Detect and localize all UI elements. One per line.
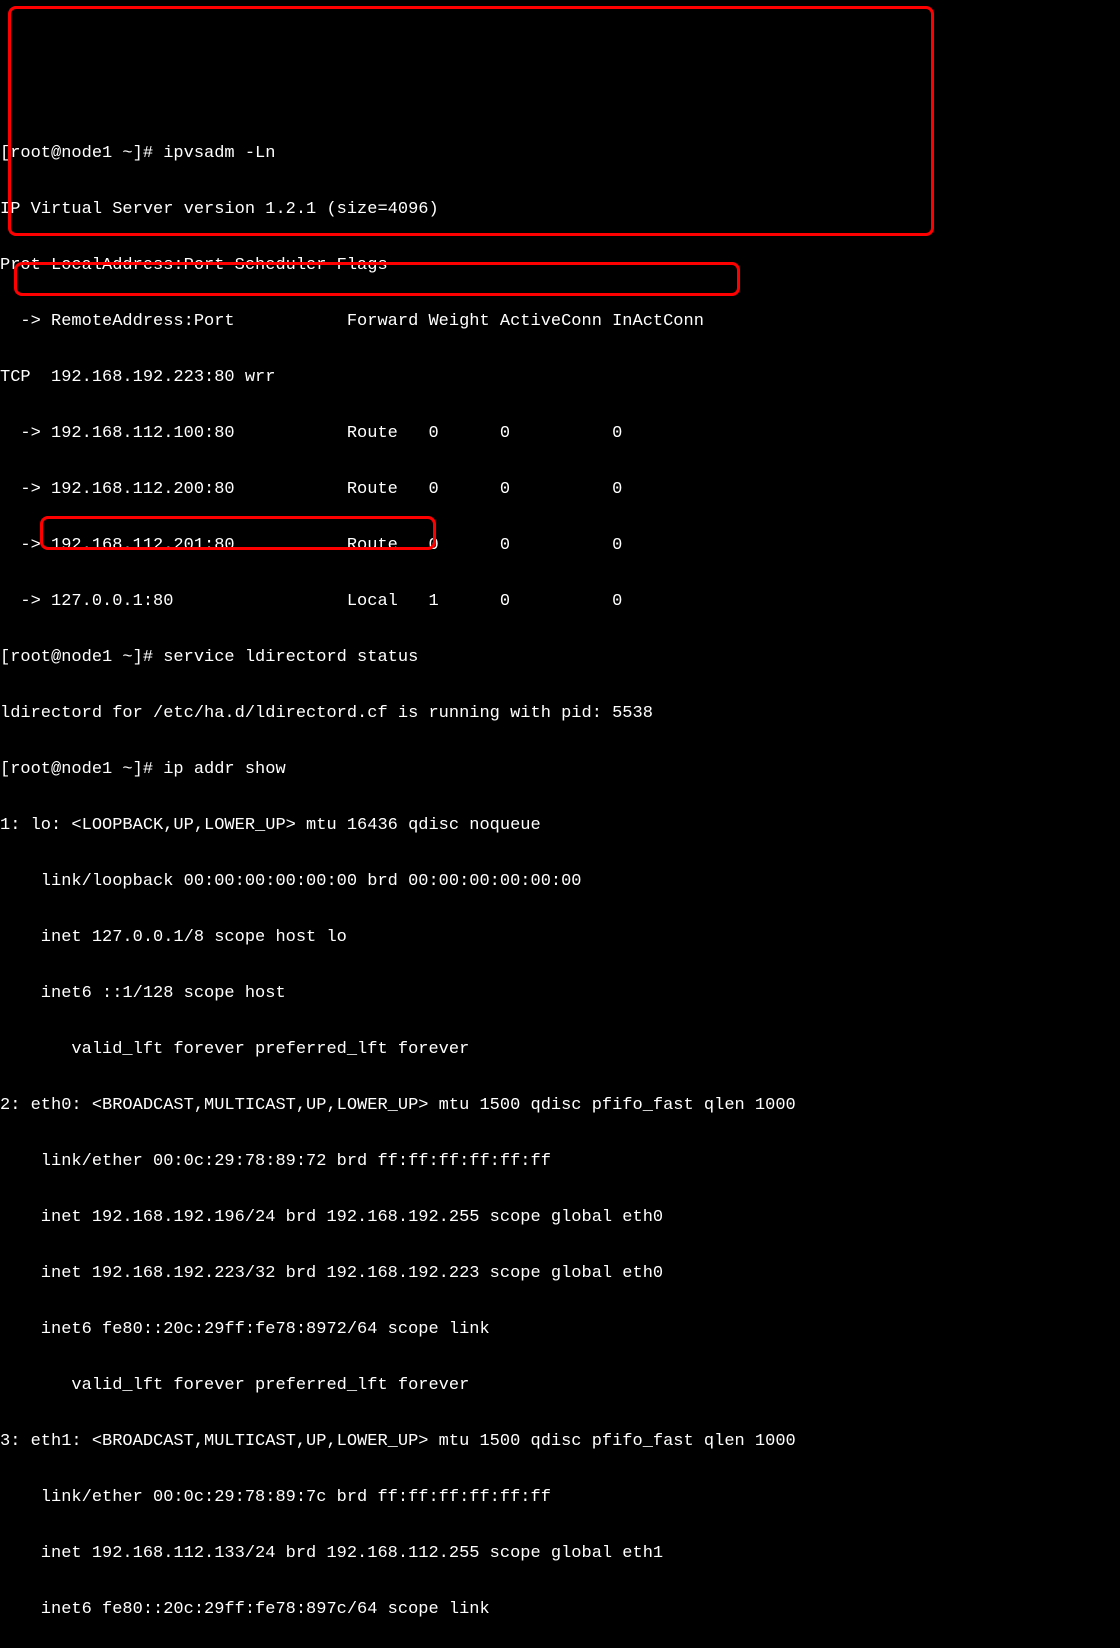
iface-eth0: 2: eth0: <BROADCAST,MULTICAST,UP,LOWER_U… — [0, 1092, 1120, 1120]
eth0-inet-1: inet 192.168.192.196/24 brd 192.168.192.… — [0, 1204, 1120, 1232]
ipvs-vip: TCP 192.168.192.223:80 wrr — [0, 364, 1120, 392]
eth1-inet: inet 192.168.112.133/24 brd 192.168.112.… — [0, 1540, 1120, 1568]
prompt-line: [root@node1 ~]# ipvsadm -Ln — [0, 140, 1120, 168]
ipvs-real-1: -> 192.168.112.100:80 Route 0 0 0 — [0, 420, 1120, 448]
ipvs-col-2: -> RemoteAddress:Port Forward Weight Act… — [0, 308, 1120, 336]
iface-eth1: 3: eth1: <BROADCAST,MULTICAST,UP,LOWER_U… — [0, 1428, 1120, 1456]
eth0-inet-2: inet 192.168.192.223/32 brd 192.168.192.… — [0, 1260, 1120, 1288]
prompt-line-3: [root@node1 ~]# ip addr show — [0, 756, 1120, 784]
eth1-inet6: inet6 fe80::20c:29ff:fe78:897c/64 scope … — [0, 1596, 1120, 1624]
ipvs-real-2: -> 192.168.112.200:80 Route 0 0 0 — [0, 476, 1120, 504]
ldirectord-status: ldirectord for /etc/ha.d/ldirectord.cf i… — [0, 700, 1120, 728]
lo-link: link/loopback 00:00:00:00:00:00 brd 00:0… — [0, 868, 1120, 896]
iface-lo: 1: lo: <LOOPBACK,UP,LOWER_UP> mtu 16436 … — [0, 812, 1120, 840]
ipvs-real-4: -> 127.0.0.1:80 Local 1 0 0 — [0, 588, 1120, 616]
terminal-output[interactable]: [root@node1 ~]# ipvsadm -Ln IP Virtual S… — [0, 112, 1120, 1648]
ipvs-col-1: Prot LocalAddress:Port Scheduler Flags — [0, 252, 1120, 280]
ipvs-header: IP Virtual Server version 1.2.1 (size=40… — [0, 196, 1120, 224]
prompt-line-2: [root@node1 ~]# service ldirectord statu… — [0, 644, 1120, 672]
eth1-link: link/ether 00:0c:29:78:89:7c brd ff:ff:f… — [0, 1484, 1120, 1512]
eth0-inet6: inet6 fe80::20c:29ff:fe78:8972/64 scope … — [0, 1316, 1120, 1344]
ipvs-real-3: -> 192.168.112.201:80 Route 0 0 0 — [0, 532, 1120, 560]
lo-inet6: inet6 ::1/128 scope host — [0, 980, 1120, 1008]
lo-inet: inet 127.0.0.1/8 scope host lo — [0, 924, 1120, 952]
eth0-lft: valid_lft forever preferred_lft forever — [0, 1372, 1120, 1400]
lo-lft: valid_lft forever preferred_lft forever — [0, 1036, 1120, 1064]
eth0-link: link/ether 00:0c:29:78:89:72 brd ff:ff:f… — [0, 1148, 1120, 1176]
